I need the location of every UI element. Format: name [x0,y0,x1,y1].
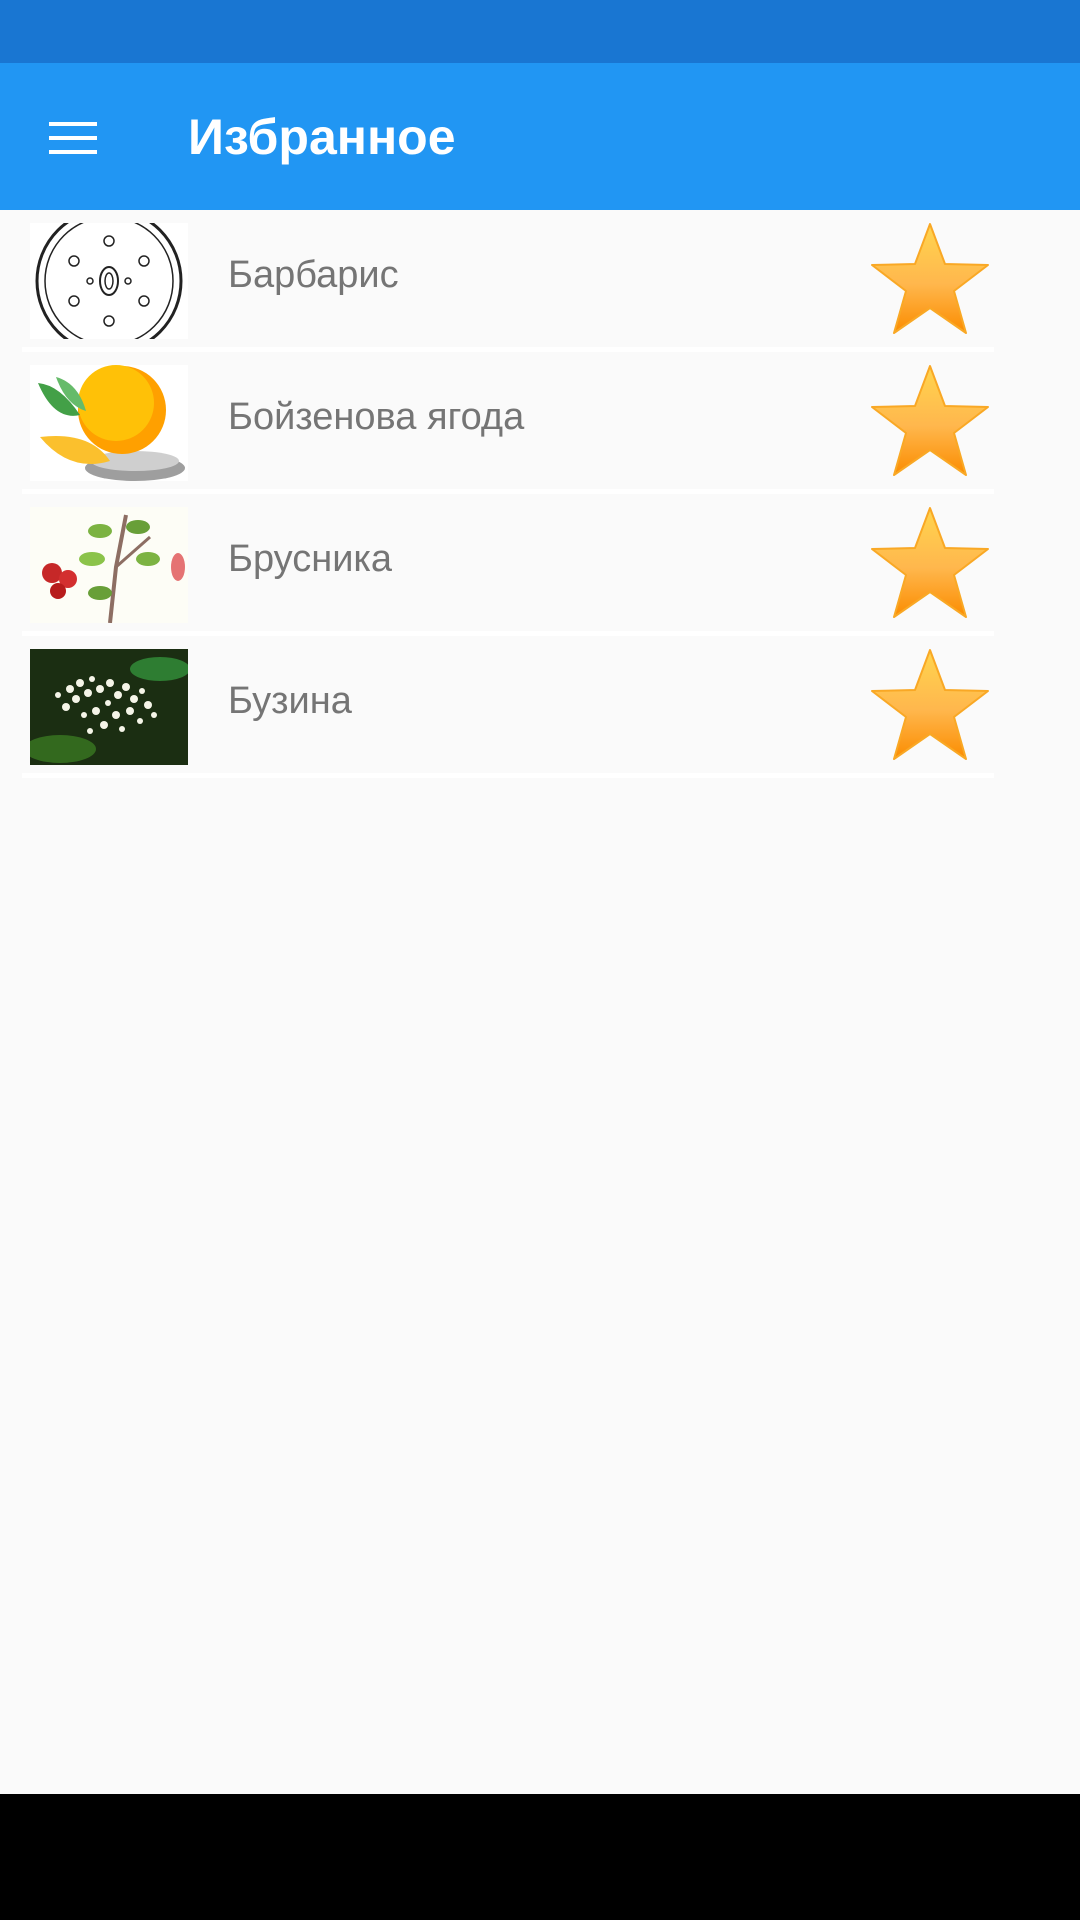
elderberry-flowers-icon [30,649,188,765]
item-label: Бузина [228,680,352,722]
hamburger-menu-icon [48,121,97,154]
item-label: Брусника [228,538,393,580]
list-item[interactable]: Бойзенова ягода [22,352,994,494]
favorites-list: Барбарис Бойзенова ягода Брусника Бузина [22,210,994,778]
item-label: Барбарис [228,254,399,296]
list-item[interactable]: Барбарис [22,210,994,352]
list-item[interactable]: Бузина [22,636,994,778]
citrus-fruit-icon [30,365,188,481]
page-title: Избранное [188,109,456,165]
item-label: Бойзенова ягода [228,396,525,438]
status-bar [0,0,1080,63]
barberry-diagram-icon [30,223,188,339]
menu-button[interactable] [30,95,115,180]
lingonberry-plant-icon [30,507,188,623]
app-bar: Избранное [0,63,1080,210]
star-icon[interactable] [868,362,992,484]
star-icon[interactable] [868,504,992,626]
star-icon[interactable] [868,220,992,342]
navigation-bar [0,1794,1080,1920]
star-icon[interactable] [868,646,992,768]
list-item[interactable]: Брусника [22,494,994,636]
